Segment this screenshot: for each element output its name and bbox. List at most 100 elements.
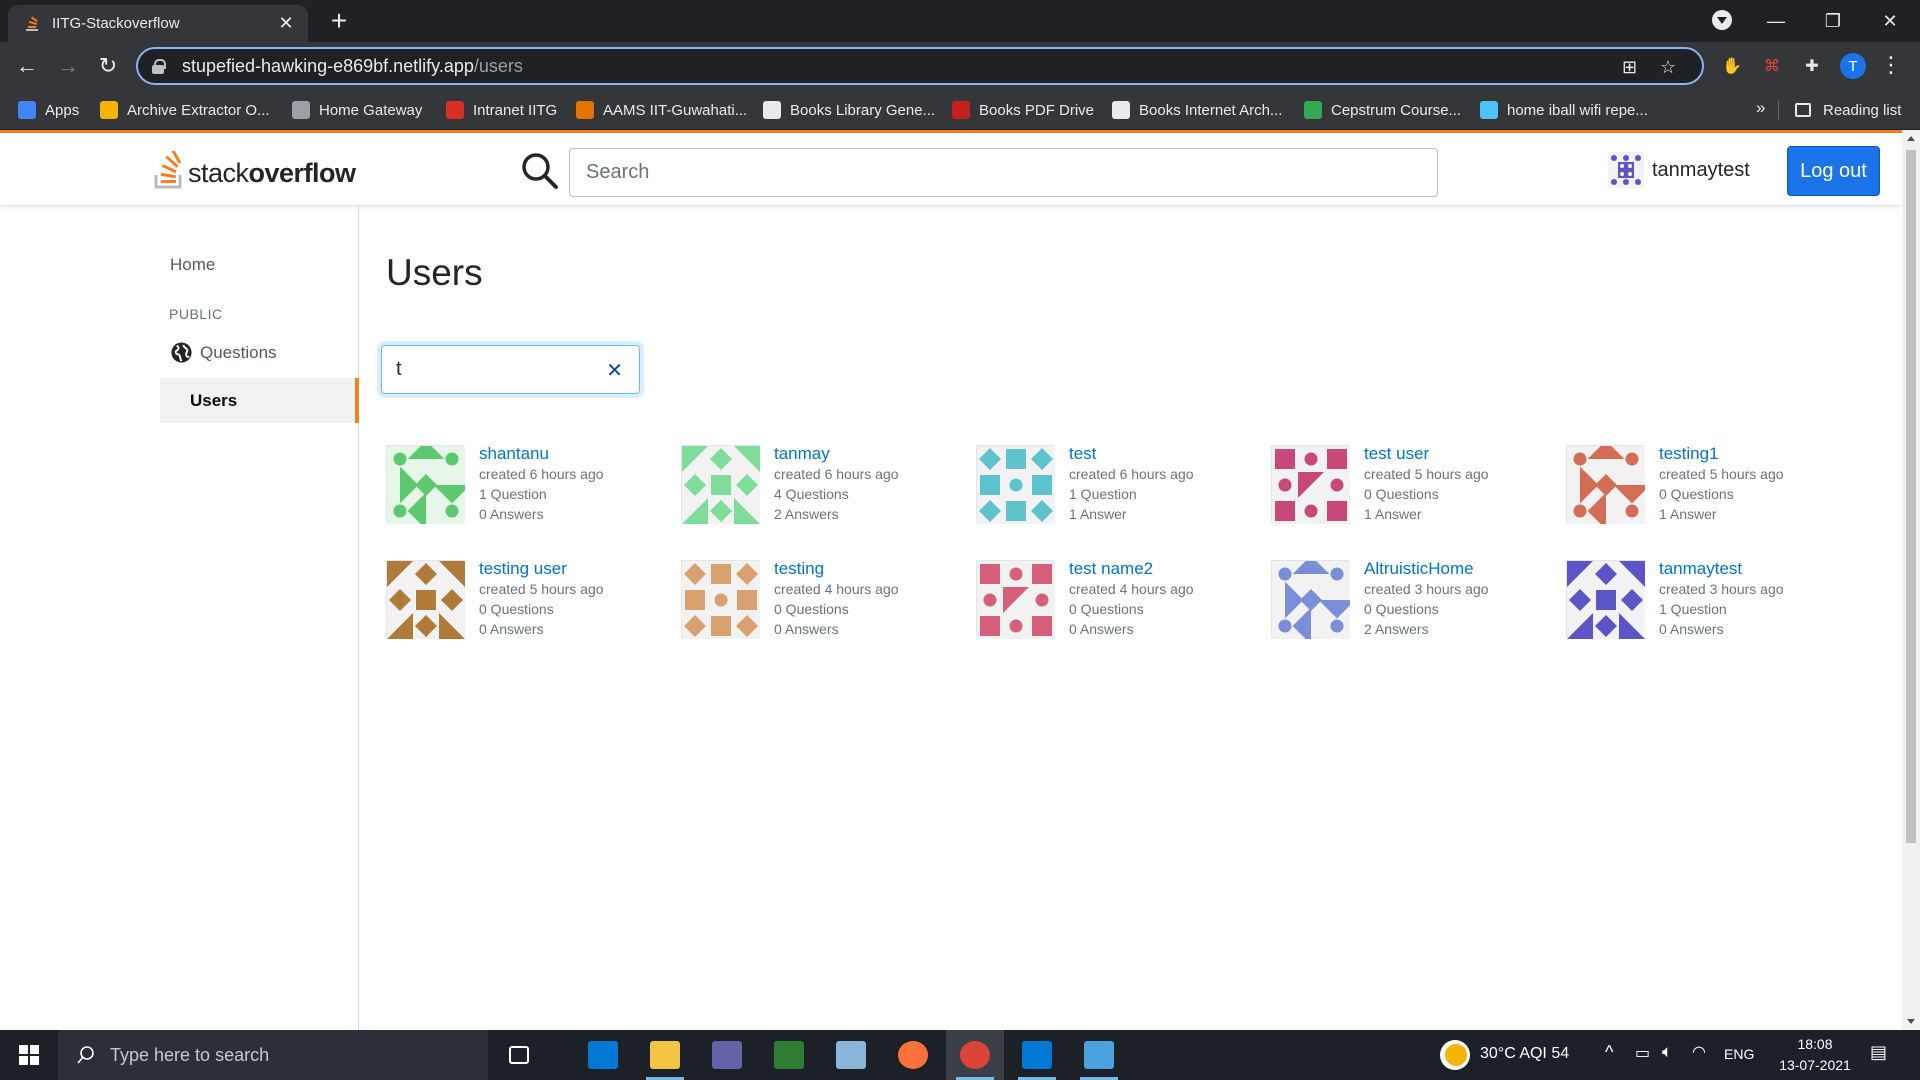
bookmark-9[interactable]: home iball wifi repe... [1480,90,1648,130]
user-filter-input[interactable] [382,358,582,381]
taskbar-app-app-folder-blue[interactable] [822,1030,880,1080]
taskbar-app-firefox[interactable] [884,1030,942,1080]
url-host: stupefied-hawking-e869bf.netlify.app [182,55,474,76]
minimize-icon[interactable]: — [1748,0,1804,42]
taskbar-app-app-red-green[interactable] [760,1030,818,1080]
taskbar-app-file-explorer[interactable] [636,1030,694,1080]
bookmark-5[interactable]: Books Library Gene... [763,90,935,130]
user-name-link[interactable]: test [1069,444,1096,464]
weather-readout[interactable]: 30°C AQI 54 [1480,1045,1569,1063]
user-identicon-avatar[interactable] [681,560,760,639]
scroll-up-arrow-icon[interactable] [1907,136,1915,141]
user-identicon-avatar[interactable] [1271,445,1350,524]
bookmarks-more-icon[interactable]: » [1756,98,1765,118]
back-icon[interactable]: ← [11,50,43,82]
taskbar-app-chrome[interactable] [946,1030,1004,1080]
bookmark-4[interactable]: AAMS IIT-Guwahati... [576,90,747,130]
bookmark-favicon-icon [446,101,464,119]
browser-tab[interactable]: IITG-Stackoverflow ✕ [8,5,308,42]
bookmark-1[interactable]: Archive Extractor O... [100,90,270,130]
tray-expand-icon[interactable]: ^ [1605,1042,1613,1063]
sidebar-item-home[interactable]: Home [170,255,215,275]
user-filter-field[interactable]: ✕ [381,345,640,394]
logout-button[interactable]: Log out [1787,146,1880,196]
close-window-icon[interactable]: ✕ [1862,0,1918,42]
wifi-icon[interactable]: ◠ [1692,1042,1706,1062]
user-identicon-avatar[interactable] [386,440,471,530]
battery-icon[interactable]: ▭ [1635,1043,1650,1063]
clear-filter-icon[interactable]: ✕ [606,358,623,383]
user-name-link[interactable]: shantanu [479,444,549,464]
site-search-input[interactable] [569,148,1438,197]
extension-hand-icon[interactable]: ✋ [1719,53,1745,79]
bookmark-favicon-icon [1304,101,1322,119]
start-button[interactable] [0,1030,58,1080]
pdf-extension-icon[interactable]: ⌘ [1759,53,1785,79]
user-created: created 6 hours ago [1069,466,1194,482]
user-created: created 4 hours ago [1069,581,1194,597]
profile-avatar[interactable]: T [1840,53,1866,79]
taskbar-app-teams[interactable] [698,1030,756,1080]
user-identicon-avatar[interactable] [386,560,465,639]
forward-icon[interactable]: → [52,50,84,82]
scroll-thumb[interactable] [1906,150,1916,843]
tab-close-icon[interactable]: ✕ [276,13,296,34]
current-username: tanmaytest [1652,158,1750,181]
extensions-puzzle-icon[interactable]: ✚ [1799,53,1825,79]
user-identicon-avatar[interactable] [1271,555,1356,645]
reading-list-button[interactable]: Reading list [1795,90,1901,130]
scroll-down-arrow-icon[interactable] [1907,1019,1915,1024]
bookmark-3[interactable]: Intranet IITG [446,90,557,130]
user-name-link[interactable]: tanmaytest [1659,559,1742,579]
weather-sun-icon [1445,1044,1467,1066]
bookmark-6[interactable]: Books PDF Drive [952,90,1094,130]
user-card: AltruisticHome created 3 hours ago 0 Quest… [1268,555,1558,645]
user-identicon-avatar[interactable] [1566,560,1645,639]
user-name-link[interactable]: AltruisticHome [1364,559,1474,579]
user-name-link[interactable]: testing1 [1659,444,1719,464]
bookmark-2[interactable]: Home Gateway [292,90,422,130]
user-identicon-avatar[interactable] [681,445,760,524]
search-icon[interactable] [520,151,560,191]
tab-search-icon[interactable] [1712,10,1732,30]
current-user[interactable]: tanmaytest [1608,152,1750,188]
user-card: testing created 4 hours ago 0 Questions 0 A… [678,557,968,639]
user-name-link[interactable]: tanmay [774,444,830,464]
taskbar-app-task-view[interactable] [490,1030,548,1080]
install-app-icon[interactable]: ⊞ [1622,57,1637,78]
bookmark-8[interactable]: Cepstrum Course... [1304,90,1461,130]
user-name-link[interactable]: testing [774,559,824,579]
address-bar[interactable]: stupefied-hawking-e869bf.netlify.app/use… [136,47,1704,85]
restore-icon[interactable]: ❐ [1805,0,1861,42]
taskbar-app-photos[interactable] [1070,1030,1128,1080]
new-tab-button[interactable]: + [324,6,354,36]
sidebar-item-questions[interactable]: Questions [170,341,277,364]
user-card: testing1 created 5 hours ago 0 Questions 1 … [1563,440,1853,530]
sidebar-item-users[interactable]: Users [160,378,359,423]
user-questions: 1 Question [479,486,547,502]
notifications-icon[interactable]: ▤ [1870,1042,1887,1063]
browser-menu-icon[interactable]: ⋮ [1880,52,1902,78]
user-name-link[interactable]: testing user [479,559,567,579]
stackoverflow-logo[interactable]: stackoverflow [154,149,356,189]
taskbar-app-vscode[interactable] [1008,1030,1066,1080]
user-identicon-avatar[interactable] [1566,440,1651,530]
site-header: stackoverflow tanmaytest Log out [0,133,1902,205]
bookmark-star-icon[interactable]: ☆ [1660,57,1676,78]
bookmark-0[interactable]: Apps [18,90,79,130]
sidebar-section-public: PUBLIC [169,306,223,322]
user-created: created 3 hours ago [1364,581,1489,597]
taskbar-clock[interactable]: 18:08 13-07-2021 [1770,1034,1860,1076]
user-identicon-avatar[interactable] [976,445,1055,524]
user-name-link[interactable]: test name2 [1069,559,1153,579]
language-indicator[interactable]: ENG [1724,1046,1754,1062]
volume-icon[interactable]: 🔈︎ [1662,1042,1672,1062]
user-identicon-avatar[interactable] [976,560,1055,639]
reload-icon[interactable]: ↻ [92,50,124,82]
bookmark-7[interactable]: Books Internet Arch... [1112,90,1282,130]
taskbar-search-box[interactable]: Type here to search [58,1030,488,1080]
page-scrollbar[interactable] [1902,130,1920,1030]
user-questions: 0 Questions [1069,601,1144,617]
taskbar-app-store[interactable] [574,1030,632,1080]
user-name-link[interactable]: test user [1364,444,1429,464]
